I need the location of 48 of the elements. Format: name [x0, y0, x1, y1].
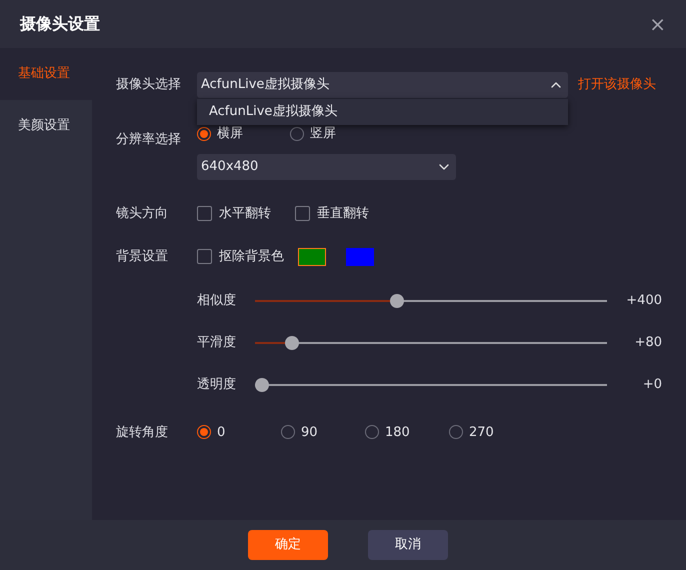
slider-label: 平滑度: [197, 334, 237, 352]
camera-select[interactable]: AcfunLive虚拟摄像头: [197, 72, 568, 98]
slider-label: 透明度: [197, 376, 237, 394]
radio-button[interactable]: [365, 425, 379, 440]
radio-button[interactable]: [197, 425, 211, 440]
checkbox-label: 抠除背景色: [219, 248, 284, 266]
radio-label: 横屏: [217, 125, 243, 143]
sidebar-item[interactable]: 美颜设置: [0, 100, 92, 152]
resolution-select[interactable]: 640x480: [197, 154, 456, 180]
checkbox-label: 垂直翻转: [317, 204, 369, 222]
select-value: 640x480: [201, 158, 258, 176]
slider-track[interactable]: [255, 336, 607, 350]
radio-label: 270: [469, 424, 494, 442]
checkbox[interactable]: [295, 206, 310, 221]
slider-thumb[interactable]: [390, 294, 404, 308]
slider-thumb[interactable]: [285, 336, 300, 350]
open-camera-link[interactable]: 打开该摄像头: [578, 75, 656, 95]
slider-value: +80: [634, 334, 662, 352]
radio-label: 90: [301, 424, 318, 442]
slider-value: +0: [642, 376, 662, 394]
slider-value: +400: [625, 292, 662, 310]
select-value: AcfunLive虚拟摄像头: [201, 76, 330, 94]
close-button[interactable]: ×: [649, 14, 666, 34]
slider-track[interactable]: [255, 378, 607, 392]
radio-label: 竖屏: [310, 125, 336, 143]
radio-label: 0: [217, 424, 226, 442]
window-title: 摄像头设置: [20, 13, 100, 35]
color-swatch[interactable]: [346, 248, 374, 266]
slider-label: 相似度: [197, 292, 237, 310]
field-label: 镜头方向: [116, 204, 169, 222]
field-label: 背景设置: [116, 248, 169, 266]
sidebar-item[interactable]: 基础设置: [0, 48, 92, 100]
cancel-button[interactable]: 取消: [368, 530, 448, 560]
field-label: 旋转角度: [116, 424, 169, 442]
radio-button[interactable]: [449, 425, 463, 440]
field-label: 摄像头选择: [116, 76, 182, 94]
radio-button[interactable]: [281, 425, 295, 440]
color-swatch[interactable]: [298, 248, 326, 266]
checkbox[interactable]: [197, 206, 212, 221]
checkbox[interactable]: [197, 249, 212, 264]
radio-button[interactable]: [290, 126, 304, 141]
slider-track[interactable]: [255, 294, 607, 308]
radio-button[interactable]: [197, 126, 211, 141]
field-label: 分辨率选择: [116, 131, 182, 149]
checkbox-label: 水平翻转: [219, 204, 271, 222]
radio-label: 180: [385, 424, 410, 442]
dropdown-option[interactable]: AcfunLive虚拟摄像头: [197, 99, 568, 125]
slider-thumb[interactable]: [255, 378, 269, 392]
